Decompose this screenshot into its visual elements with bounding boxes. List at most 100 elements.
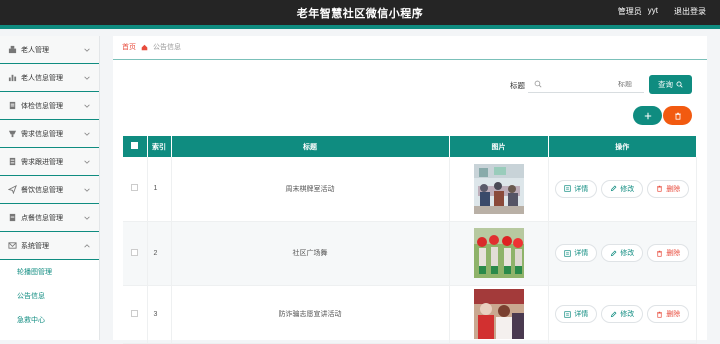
sidebar-item-order-info[interactable]: 点餐信息管理 — [0, 204, 99, 232]
sidebar-item-label: 老人信息管理 — [21, 74, 63, 82]
main-content: 首页 公告信息 标题 查询 索引 标题 图片 操作 1 — [113, 36, 707, 344]
user-role: 管理员 — [617, 7, 642, 16]
top-bar: 老年智慧社区微信小程序 管理员 yyt 退出登录 — [0, 0, 720, 25]
plus-icon — [644, 112, 651, 119]
select-all-checkbox[interactable] — [131, 142, 139, 149]
chevron-down-icon — [84, 188, 90, 192]
select-all-cell[interactable] — [123, 136, 148, 157]
table-header-row: 索引 标题 图片 操作 — [123, 136, 697, 157]
chevron-down-icon — [84, 216, 90, 220]
chevron-down-icon — [84, 76, 90, 80]
home-icon — [141, 44, 148, 50]
mail-icon — [7, 241, 17, 251]
breadcrumb-home[interactable]: 首页 — [122, 42, 136, 52]
table-row: 2 社区广场舞 详情 修改 删除 — [123, 221, 697, 286]
detail-button[interactable]: 详情 — [555, 179, 598, 198]
column-header: 图片 — [449, 136, 549, 157]
add-button[interactable] — [633, 106, 662, 125]
edit-button[interactable]: 修改 — [601, 305, 644, 323]
user-area: 管理员 yyt 退出登录 — [618, 6, 706, 17]
detail-icon — [564, 185, 571, 192]
trash-icon — [657, 185, 663, 192]
edit-icon — [611, 311, 617, 317]
doc-icon — [7, 213, 17, 223]
search-icon — [534, 80, 542, 88]
sidebar-item-food-info[interactable]: 餐饮信息管理 — [0, 176, 99, 204]
cup-icon — [7, 129, 17, 139]
batch-delete-button[interactable] — [663, 106, 692, 125]
row-checkbox[interactable] — [131, 309, 139, 317]
list-icon — [7, 157, 17, 167]
submenu-item-carousel[interactable]: 轮播图管理 — [0, 260, 99, 284]
sidebar-item-need-follow[interactable]: 需求跟进管理 — [0, 148, 99, 176]
detail-icon — [564, 310, 571, 318]
column-header: 标题 — [171, 136, 450, 157]
sidebar-item-label: 系统管理 — [21, 242, 49, 250]
column-header: 操作 — [548, 136, 697, 157]
breadcrumb-current: 公告信息 — [153, 44, 181, 51]
chevron-down-icon — [84, 48, 90, 52]
chevron-down-icon — [84, 160, 90, 164]
logout-link[interactable]: 退出登录 — [674, 6, 706, 17]
search-input[interactable] — [542, 80, 632, 88]
sidebar-item-label: 需求信息管理 — [21, 130, 63, 138]
trash-icon — [657, 250, 663, 257]
breadcrumb: 首页 公告信息 — [122, 42, 181, 52]
chart-icon — [7, 73, 17, 83]
edit-button[interactable]: 修改 — [601, 179, 644, 198]
sidebar-item-label: 餐饮信息管理 — [21, 186, 63, 194]
edit-icon — [611, 250, 617, 256]
chevron-up-icon — [84, 244, 90, 248]
query-button[interactable]: 查询 — [649, 75, 692, 94]
app-title: 老年智慧社区微信小程序 — [296, 8, 424, 20]
sidebar-item-elder-manage[interactable]: 老人管理 — [0, 36, 99, 64]
user-icon — [7, 45, 17, 55]
top-bar-stripe — [0, 25, 720, 29]
sidebar-item-label: 老人管理 — [21, 46, 49, 54]
row-title: 防诈骗志愿宣讲活动 — [171, 285, 450, 344]
row-title: 社区广场舞 — [171, 221, 450, 286]
notice-table: 索引 标题 图片 操作 1 周末棋牌室活动 详情 修改 删除 2 社区广场舞 详… — [123, 136, 697, 344]
sidebar-item-label: 体检信息管理 — [21, 102, 63, 110]
notice-image[interactable] — [473, 228, 524, 278]
sidebar-item-system[interactable]: 系统管理 — [0, 232, 99, 260]
sidebar: 老人管理 老人信息管理 体检信息管理 需求信息管理 需求跟进管理 餐饮信息管理 … — [0, 36, 100, 340]
clipboard-icon — [7, 101, 17, 111]
submenu-item-emergency[interactable]: 急救中心 — [0, 308, 99, 332]
row-checkbox[interactable] — [131, 184, 139, 192]
username: yyt — [647, 6, 658, 15]
search-label: 标题 — [510, 81, 525, 90]
detail-button[interactable]: 详情 — [555, 305, 598, 323]
edit-button[interactable]: 修改 — [601, 244, 644, 262]
notice-image[interactable] — [473, 289, 524, 339]
delete-button[interactable]: 删除 — [647, 179, 690, 198]
edit-icon — [611, 185, 617, 192]
chevron-down-icon — [84, 104, 90, 108]
detail-icon — [564, 249, 571, 257]
delete-button[interactable]: 删除 — [647, 244, 690, 262]
notice-image[interactable] — [473, 163, 524, 214]
sidebar-item-elder-info[interactable]: 老人信息管理 — [0, 64, 99, 92]
submenu-item-notice[interactable]: 公告信息 — [0, 284, 99, 308]
column-header: 索引 — [147, 136, 172, 157]
search-icon — [676, 81, 683, 88]
row-checkbox[interactable] — [131, 248, 139, 256]
sidebar-item-label: 点餐信息管理 — [21, 214, 63, 222]
breadcrumb-divider — [113, 59, 707, 60]
table-row: 3 防诈骗志愿宣讲活动 详情 修改 删除 — [123, 285, 697, 344]
sidebar-item-need-info[interactable]: 需求信息管理 — [0, 120, 99, 148]
trash-icon — [674, 112, 681, 120]
delete-button[interactable]: 删除 — [647, 305, 690, 323]
search-box — [528, 76, 644, 93]
query-button-label: 查询 — [658, 80, 673, 89]
sidebar-item-label: 需求跟进管理 — [21, 158, 63, 166]
sidebar-item-checkup-info[interactable]: 体检信息管理 — [0, 92, 99, 120]
row-title: 周末棋牌室活动 — [171, 157, 450, 222]
trash-icon — [657, 311, 663, 318]
table-row: 1 周末棋牌室活动 详情 修改 删除 — [123, 157, 697, 222]
detail-button[interactable]: 详情 — [555, 244, 598, 262]
row-index: 2 — [147, 221, 172, 286]
row-index: 3 — [147, 285, 172, 344]
send-icon — [7, 185, 17, 195]
row-index: 1 — [147, 157, 172, 222]
